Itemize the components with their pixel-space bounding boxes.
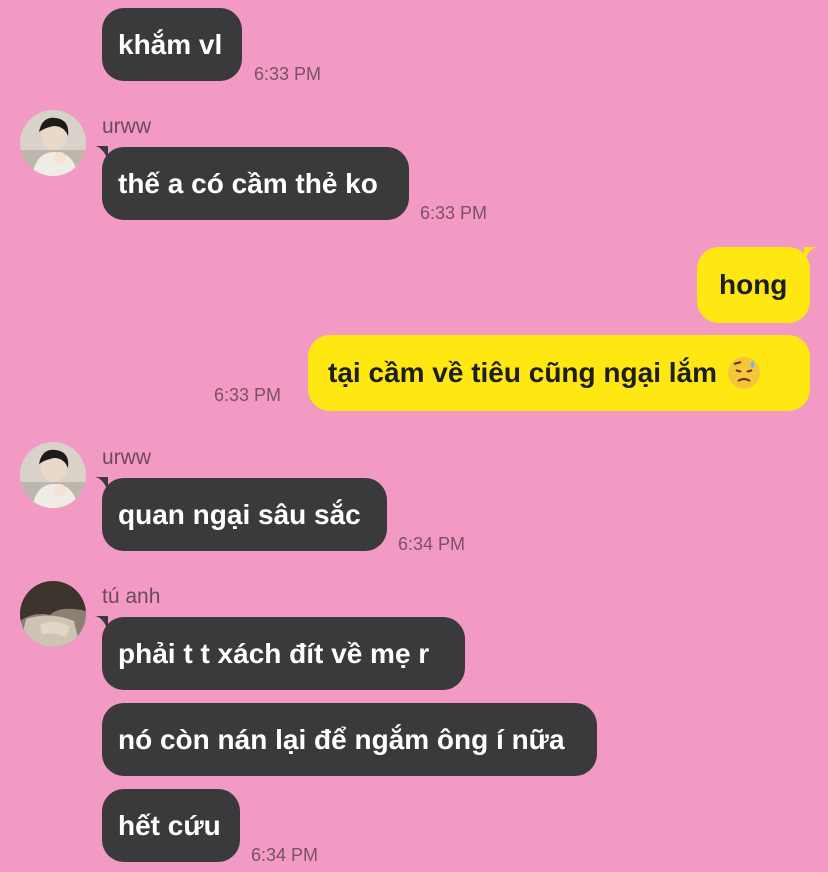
message-text: hong (719, 269, 788, 300)
message-timestamp: 6:33 PM (254, 64, 322, 84)
sender-avatar[interactable] (20, 110, 86, 176)
message-text: tại cầm về tiêu cũng ngại lắm (328, 357, 718, 388)
message-bubble-outgoing[interactable]: hong (697, 247, 810, 323)
sender-name: urww (102, 446, 152, 469)
message-text: nó còn nán lại để ngắm ông í nữa (118, 723, 565, 755)
message-timestamp: 6:33 PM (420, 203, 488, 223)
message-text: thế a có cầm thẻ ko (118, 167, 378, 199)
emoji-icon (727, 356, 761, 390)
message-timestamp: 6:34 PM (251, 845, 319, 865)
sender-name: urww (102, 115, 152, 138)
message-text: quan ngại sâu sắc (118, 498, 361, 530)
message-bubble[interactable]: thế a có cầm thẻ ko (102, 147, 409, 220)
message-bubble[interactable]: khắm vl (102, 8, 242, 81)
bubble-tail (804, 247, 818, 261)
person-avatar-icon (20, 110, 86, 176)
message-text: hết cứu (118, 809, 221, 841)
message-bubble-outgoing[interactable]: tại cầm về tiêu cũng ngại lắm (308, 335, 810, 411)
person-avatar-icon (20, 442, 86, 508)
message-timestamp: 6:34 PM (398, 534, 466, 554)
person-avatar-icon (20, 581, 86, 647)
message-bubble[interactable]: phải t t xách đít về mẹ r (102, 617, 465, 690)
message-timestamp: 6:33 PM (214, 385, 282, 405)
message-bubble[interactable]: nó còn nán lại để ngắm ông í nữa (102, 703, 597, 776)
sender-avatar[interactable] (20, 581, 86, 647)
message-text: khắm vl (118, 28, 223, 60)
message-bubble[interactable]: hết cứu (102, 789, 240, 862)
message-text: phải t t xách đít về mẹ r (118, 637, 430, 669)
message-bubble[interactable]: quan ngại sâu sắc (102, 478, 387, 551)
sender-avatar[interactable] (20, 442, 86, 508)
sender-name: tú anh (102, 585, 161, 608)
